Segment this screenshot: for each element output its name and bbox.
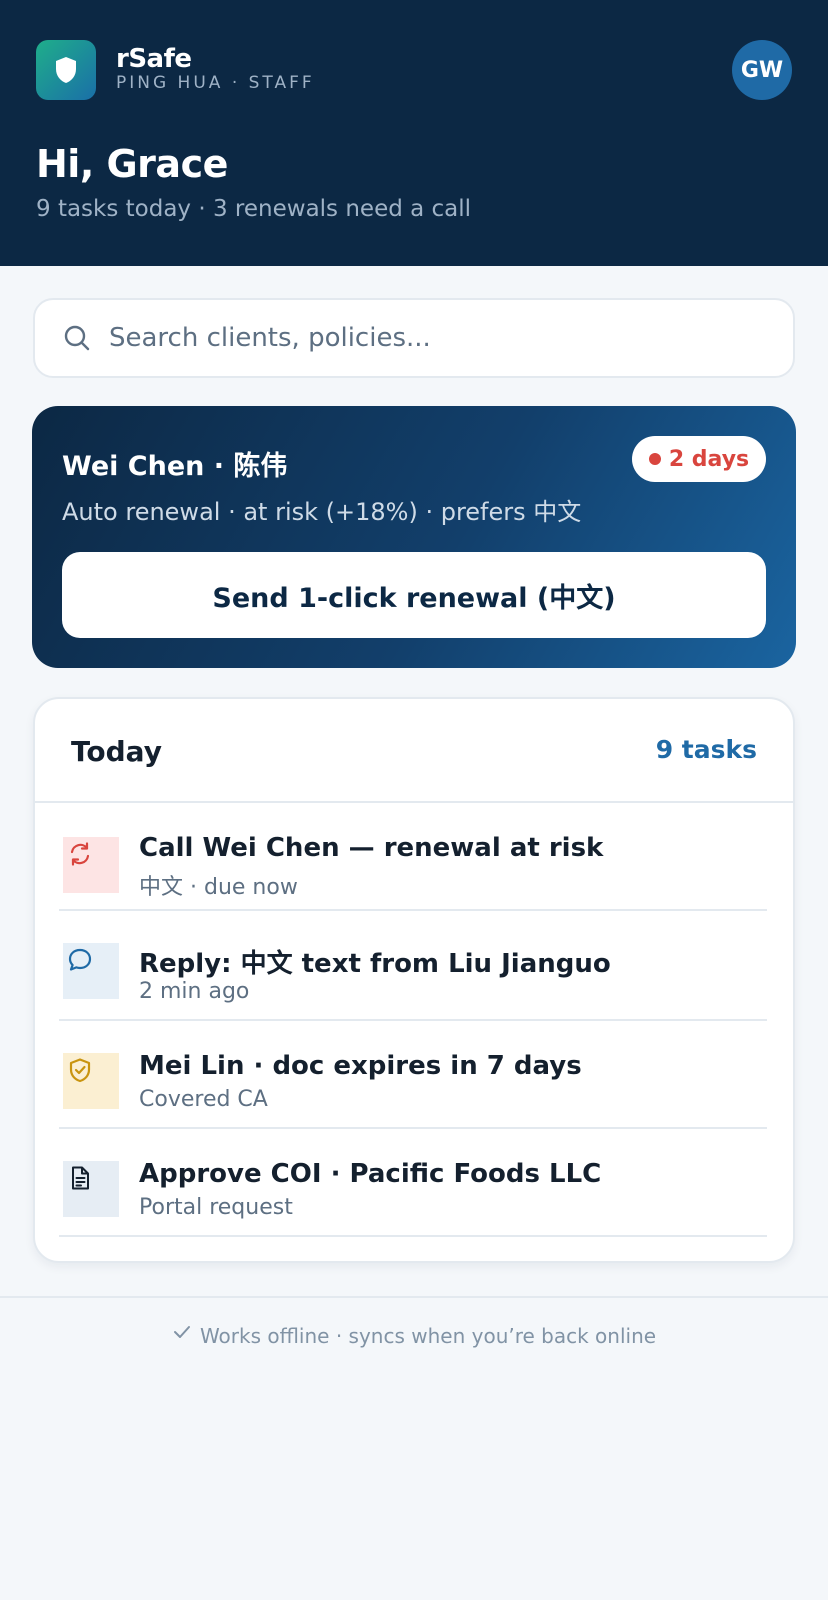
search-bar[interactable] <box>33 298 795 378</box>
check-icon <box>173 1326 190 1338</box>
task-title: Reply: 中文 text from Liu Jianguo <box>139 949 611 979</box>
task-item[interactable]: Approve COI · Pacific Foods LLC Portal r… <box>59 1129 767 1237</box>
chat-bubble-icon <box>63 943 119 999</box>
task-count-link[interactable]: 9 tasks <box>656 735 757 764</box>
footer-divider <box>0 1296 828 1298</box>
task-item[interactable]: Mei Lin · doc expires in 7 days Covered … <box>59 1021 767 1129</box>
shield-icon <box>56 57 76 83</box>
task-subtitle: Covered CA <box>139 1087 268 1112</box>
greeting-title: Hi, Grace <box>36 142 228 186</box>
task-title: Mei Lin · doc expires in 7 days <box>139 1051 582 1081</box>
user-avatar[interactable]: GW <box>732 40 792 100</box>
send-renewal-button[interactable]: Send 1-click renewal (中文) <box>62 552 766 638</box>
search-input[interactable] <box>109 323 749 353</box>
task-subtitle: 中文 · due now <box>139 875 298 900</box>
task-item[interactable]: Call Wei Chen — renewal at risk 中文 · due… <box>59 803 767 911</box>
due-badge: 2 days <box>632 436 766 482</box>
due-badge-label: 2 days <box>668 446 750 472</box>
app-header: rSafe PING HUA · STAFF GW Hi, Grace 9 ta… <box>0 0 828 266</box>
today-header: Today 9 tasks <box>35 699 793 803</box>
offline-status-text: Works offline · syncs when you’re back o… <box>199 1324 657 1348</box>
brand-name: rSafe <box>116 44 192 74</box>
today-tasks-card: Today 9 tasks Call Wei Chen — renewal at… <box>33 697 795 1263</box>
app-logo <box>36 40 96 100</box>
task-subtitle: 2 min ago <box>139 979 250 1004</box>
task-item[interactable]: Reply: 中文 text from Liu Jianguo 2 min ag… <box>59 913 767 1021</box>
greeting-summary: 9 tasks today · 3 renewals need a call <box>36 196 472 222</box>
shield-check-icon <box>63 1053 119 1109</box>
today-title: Today <box>71 735 162 768</box>
brand-subtitle: PING HUA · STAFF <box>116 73 315 93</box>
task-subtitle: Portal request <box>139 1195 293 1220</box>
alert-detail: Auto renewal · at risk (+18%) · prefers … <box>62 498 582 526</box>
search-icon <box>64 325 90 351</box>
alert-client-name: Wei Chen · 陈伟 <box>62 451 288 482</box>
document-icon <box>63 1161 119 1217</box>
refresh-icon <box>63 837 119 893</box>
task-title: Call Wei Chen — renewal at risk <box>139 833 604 863</box>
offline-status: Works offline · syncs when you’re back o… <box>0 1324 828 1348</box>
status-dot-icon <box>648 453 661 465</box>
task-title: Approve COI · Pacific Foods LLC <box>139 1159 602 1189</box>
renewal-alert-card: Wei Chen · 陈伟 2 days Auto renewal · at r… <box>32 406 796 668</box>
